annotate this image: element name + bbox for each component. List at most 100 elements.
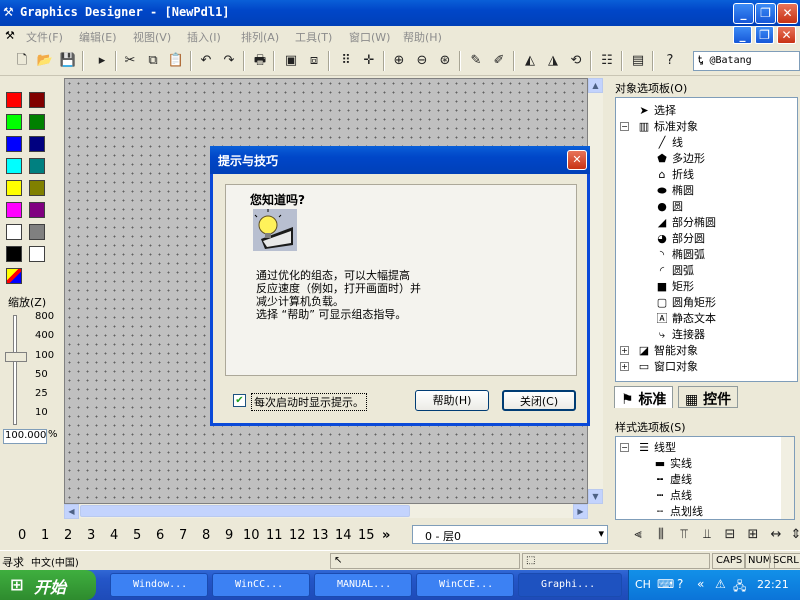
style-scrollbar[interactable] (781, 437, 794, 519)
color-swatch[interactable] (6, 92, 22, 108)
tree-item-polygon[interactable]: ⬟ 多边形 (654, 150, 705, 166)
color-swatch[interactable] (29, 246, 45, 262)
open-icon[interactable]: 📂 (35, 51, 55, 71)
tree-item-line[interactable]: ╱ 线 (654, 134, 683, 150)
distribute-h-icon[interactable]: ↔ (766, 525, 786, 545)
menu-edit[interactable]: 编辑(E) (79, 29, 117, 45)
show-tips-checkbox[interactable]: ✔ (233, 394, 246, 407)
zoom-value[interactable]: 800 (35, 311, 54, 322)
color-swatch[interactable] (29, 92, 45, 108)
grid-icon[interactable]: ⠿ (336, 51, 356, 71)
network-icon[interactable]: 🖧 (733, 577, 746, 598)
library-icon[interactable]: ▤ (628, 51, 648, 71)
distribute-v-icon[interactable]: ⇕ (786, 525, 800, 545)
tree-item-ellipse-segment[interactable]: ◢ 部分椭圆 (654, 214, 716, 230)
task-manual[interactable]: MANUAL... (314, 573, 412, 597)
layer-button[interactable]: 9 (225, 528, 233, 543)
chevron-left-icon[interactable]: « (697, 577, 704, 591)
brush-icon[interactable]: ✐ (489, 51, 509, 71)
tree-item-ellipse-arc[interactable]: ◝ 椭圆弧 (654, 246, 705, 262)
color-swatch[interactable] (29, 180, 45, 196)
layer-button[interactable]: 4 (110, 528, 118, 543)
dialog-close-button[interactable]: ✕ (567, 150, 587, 170)
zoom-value[interactable]: 50 (35, 369, 48, 380)
redo-icon[interactable]: ↷ (219, 51, 239, 71)
tree-item-static-text[interactable]: 🄰 静态文本 (654, 310, 717, 326)
layer-button[interactable]: 2 (64, 528, 72, 543)
tree-item-dashed[interactable]: ╍ 虚线 (652, 471, 692, 487)
help-icon[interactable]: ? (660, 51, 680, 71)
color-swatch[interactable] (29, 158, 45, 174)
align-bottom-icon[interactable]: ⫫ (697, 525, 717, 545)
expand-icon[interactable]: + (620, 346, 629, 355)
tab-standard[interactable]: ⚑ 标准 (614, 386, 674, 408)
layer-button[interactable]: 10 (243, 528, 260, 543)
layer-button[interactable]: 14 (335, 528, 352, 543)
task-graphics[interactable]: Graphi... (518, 573, 622, 597)
tree-item-pie-segment[interactable]: ◕ 部分圆 (654, 230, 705, 246)
align-top-icon[interactable]: ⫪ (674, 525, 694, 545)
show-tips-label[interactable]: 每次启动时显示提示。 (251, 393, 367, 411)
tree-item-solid[interactable]: ▬ 实线 (652, 455, 692, 471)
layer-select[interactable]: 0 - 层0 ▾ (412, 525, 608, 544)
security-icon[interactable]: ⚠ (715, 577, 726, 591)
custom-color-icon[interactable] (6, 268, 22, 284)
tree-item-arc[interactable]: ◜ 圆弧 (654, 262, 694, 278)
align-center-icon[interactable]: ⫼ (651, 525, 671, 545)
expand-icon[interactable]: + (620, 362, 629, 371)
properties-icon[interactable]: ☷ (597, 51, 617, 71)
align-left-icon[interactable]: ⫷ (628, 525, 648, 545)
menu-help[interactable]: 帮助(H) (403, 29, 442, 45)
tree-item-window-objects[interactable]: ▭ 窗口对象 (636, 358, 698, 374)
run-icon[interactable]: ▸ (92, 51, 112, 71)
start-button[interactable]: ⊞ 开始 (0, 570, 96, 600)
doc-close-button[interactable]: ✕ (777, 26, 796, 44)
save-icon[interactable]: 💾 (58, 51, 78, 71)
keyboard-icon[interactable]: ⌨ (657, 577, 674, 591)
layer-button[interactable]: 1 (41, 528, 49, 543)
color-swatch[interactable] (29, 224, 45, 240)
collapse-icon[interactable]: − (620, 443, 629, 452)
undo-icon[interactable]: ↶ (196, 51, 216, 71)
layer-button[interactable]: 7 (179, 528, 187, 543)
color-swatch[interactable] (29, 114, 45, 130)
tree-item-circle[interactable]: ● 圆 (654, 198, 683, 214)
rotate-icon[interactable]: ⟲ (566, 51, 586, 71)
zoom-in-icon[interactable]: ⊕ (389, 51, 409, 71)
layer-icon[interactable]: ▣ (281, 51, 301, 71)
task-wincce[interactable]: WinCCE... (416, 573, 514, 597)
vertical-scrollbar[interactable]: ▲ ▼ (588, 78, 603, 504)
color-swatch[interactable] (6, 202, 22, 218)
dialog-title-bar[interactable]: 提示与技巧 ✕ (210, 146, 590, 174)
zoom-value[interactable]: 400 (35, 330, 54, 341)
scroll-down-icon[interactable]: ▼ (588, 489, 603, 504)
tree-item-rectangle[interactable]: ■ 矩形 (654, 278, 694, 294)
color-swatch[interactable] (29, 202, 45, 218)
copy-icon[interactable]: ⧉ (143, 51, 163, 71)
color-swatch[interactable] (6, 114, 22, 130)
snap-icon[interactable]: ✛ (359, 51, 379, 71)
tree-item-rounded-rect[interactable]: ▢ 圆角矩形 (654, 294, 716, 310)
menu-insert[interactable]: 插入(I) (187, 29, 221, 45)
tree-item-standard-objects[interactable]: ▥ 标准对象 (636, 118, 698, 134)
restore-button[interactable]: ❐ (755, 3, 776, 24)
layer-button[interactable]: 13 (312, 528, 329, 543)
mdi-icon[interactable]: ⚒ (5, 29, 15, 42)
color-swatch[interactable] (6, 158, 22, 174)
help-tray-icon[interactable]: ? (677, 577, 683, 591)
doc-minimize-button[interactable]: _ (733, 26, 752, 44)
tree-item-line-style[interactable]: ☰ 线型 (636, 439, 676, 455)
same-height-icon[interactable]: ⊞ (743, 525, 763, 545)
same-width-icon[interactable]: ⊟ (720, 525, 740, 545)
flip-h-icon[interactable]: ◭ (520, 51, 540, 71)
zoom-out-icon[interactable]: ⊖ (412, 51, 432, 71)
color-swatch[interactable] (6, 180, 22, 196)
doc-restore-button[interactable]: ❐ (755, 26, 774, 44)
tree-item-ellipse[interactable]: ⬬ 椭圆 (654, 182, 694, 198)
scroll-up-icon[interactable]: ▲ (588, 78, 603, 93)
collapse-icon[interactable]: − (620, 122, 629, 131)
tree-item-dash-dot[interactable]: ╌ 点划线 (652, 503, 703, 519)
layer-button[interactable]: 15 (358, 528, 375, 543)
paste-icon[interactable]: 📋 (166, 51, 186, 71)
layer-button[interactable]: 12 (289, 528, 306, 543)
